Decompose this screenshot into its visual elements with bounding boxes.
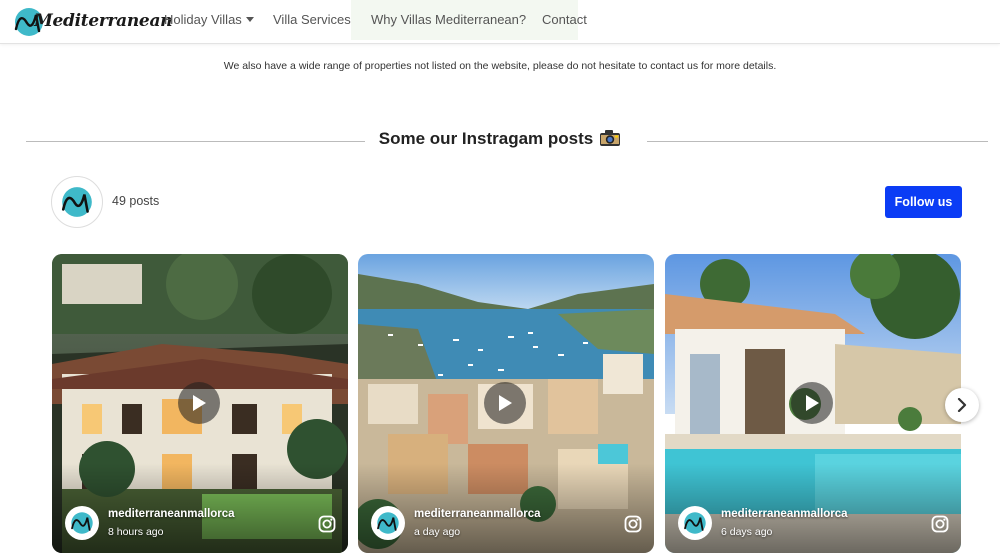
nav-holiday-villas-label: Holiday Villas xyxy=(164,12,242,27)
nav-villa-services[interactable]: Villa Services xyxy=(273,0,351,40)
card-avatar xyxy=(678,506,712,540)
card-avatar xyxy=(371,506,405,540)
logo-mark-icon xyxy=(684,512,706,534)
chevron-down-icon xyxy=(245,17,254,22)
section-title: Some our Instragam posts xyxy=(0,129,1000,149)
instagram-post-card[interactable]: mediterraneanmallorca 6 days ago xyxy=(665,254,961,553)
carousel-next-button[interactable] xyxy=(945,388,979,422)
play-icon xyxy=(193,395,206,411)
card-timestamp: 8 hours ago xyxy=(108,526,164,538)
chevron-right-icon xyxy=(957,398,967,412)
card-username[interactable]: mediterraneanmallorca xyxy=(721,508,848,520)
nav-why-villas-label: Why Villas Mediterranean? xyxy=(371,12,527,27)
logo-mark-icon xyxy=(71,512,93,534)
card-avatar xyxy=(65,506,99,540)
card-timestamp: a day ago xyxy=(414,526,461,538)
play-button[interactable] xyxy=(791,382,833,424)
play-button[interactable] xyxy=(484,382,526,424)
profile-avatar[interactable] xyxy=(51,176,103,228)
site-logo[interactable]: Mediterranean xyxy=(12,4,173,40)
logo-text: Mediterranean xyxy=(34,11,173,31)
card-username[interactable]: mediterraneanmallorca xyxy=(414,508,541,520)
properties-notice: We also have a wide range of properties … xyxy=(223,60,777,72)
card-username[interactable]: mediterraneanmallorca xyxy=(108,508,235,520)
posts-count: 49 posts xyxy=(112,194,160,208)
card-timestamp: 6 days ago xyxy=(721,526,773,538)
instagram-icon[interactable] xyxy=(624,515,642,533)
nav-contact-label: Contact xyxy=(542,12,587,27)
logo-mark-icon xyxy=(61,187,92,217)
top-navbar: Mediterranean Holiday Villas Villa Servi… xyxy=(0,0,1000,44)
nav-villa-services-label: Villa Services xyxy=(273,12,351,27)
instagram-post-card[interactable]: mediterraneanmallorca a day ago xyxy=(358,254,654,553)
follow-us-button[interactable]: Follow us xyxy=(885,186,962,218)
section-title-text: Some our Instragam posts xyxy=(378,129,594,148)
camera-icon xyxy=(600,130,621,146)
nav-contact[interactable]: Contact xyxy=(542,0,587,40)
play-icon xyxy=(806,395,819,411)
logo-mark-icon xyxy=(377,512,399,534)
instagram-icon[interactable] xyxy=(318,515,336,533)
play-icon xyxy=(499,395,512,411)
instagram-icon[interactable] xyxy=(931,515,949,533)
play-button[interactable] xyxy=(178,382,220,424)
nav-holiday-villas[interactable]: Holiday Villas xyxy=(164,0,254,40)
instagram-post-card[interactable]: mediterraneanmallorca 8 hours ago xyxy=(52,254,348,553)
